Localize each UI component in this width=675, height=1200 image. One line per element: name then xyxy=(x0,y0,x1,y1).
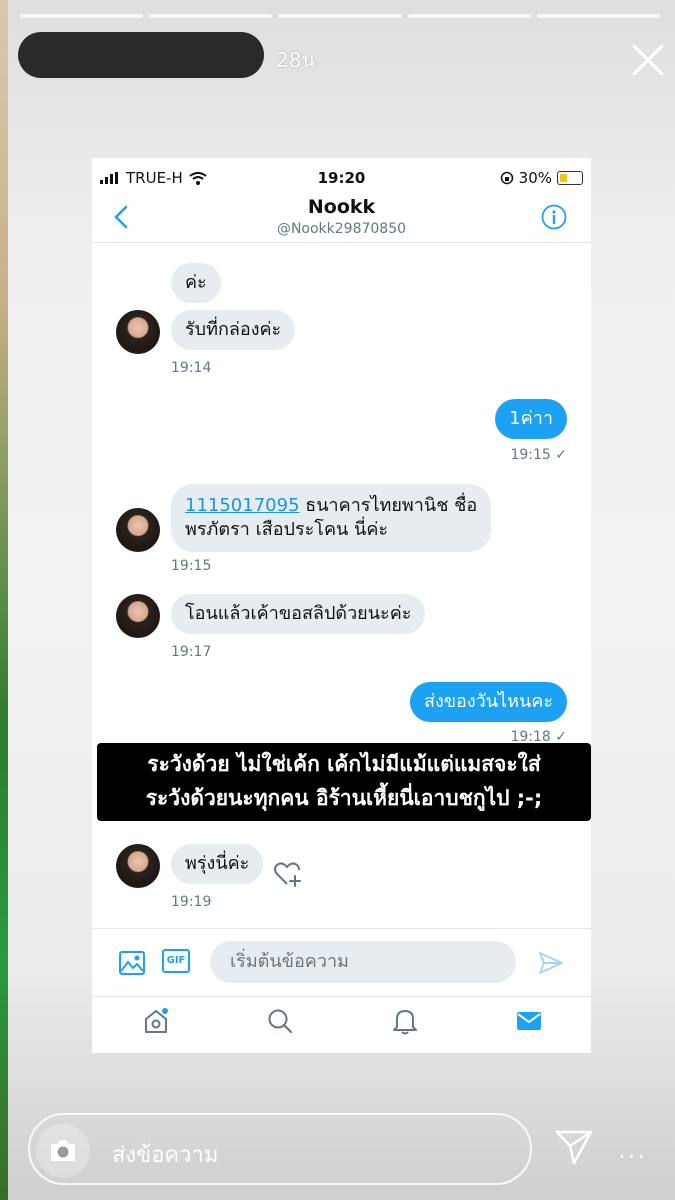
home-icon xyxy=(145,1008,168,1033)
progress-segment xyxy=(149,14,273,18)
conversation-header: Nookk @Nookk29870850 xyxy=(92,194,591,243)
send-icon xyxy=(539,952,563,974)
incoming-message: รับที่กล่องค่ะ xyxy=(171,310,296,350)
contact-avatar[interactable] xyxy=(116,508,160,552)
tab-search[interactable] xyxy=(266,1007,294,1035)
progress-segment xyxy=(407,14,531,18)
incoming-message: 1115017095 ธนาคารไทยพานิช ชื่อ พรภัตรา เ… xyxy=(171,484,492,552)
more-options-button[interactable]: ··· xyxy=(618,1143,647,1171)
progress-segment xyxy=(20,14,144,18)
message-composer: GIF เริ่มต้นข้อความ xyxy=(92,928,591,989)
progress-segment xyxy=(536,14,661,18)
close-icon xyxy=(632,44,664,76)
message-text: พรภัตรา เสือประโคน นี่ค่ะ xyxy=(185,519,389,540)
share-button[interactable] xyxy=(554,1128,594,1166)
tab-bar xyxy=(92,996,591,1054)
battery-percent: 30% xyxy=(518,169,552,187)
bell-icon xyxy=(393,1010,417,1035)
incoming-message: ค่ะ xyxy=(171,263,221,303)
contact-avatar[interactable] xyxy=(116,310,160,354)
camera-icon xyxy=(51,1140,75,1161)
story-time: 28น xyxy=(276,48,316,72)
progress-segment xyxy=(278,14,402,18)
previous-story-edge[interactable] xyxy=(0,0,8,1200)
status-bar: TRUE-H 19:20 30% xyxy=(92,158,591,194)
gif-button[interactable]: GIF xyxy=(162,949,190,973)
mail-icon xyxy=(517,1012,541,1030)
account-number-link[interactable]: 1115017095 xyxy=(185,495,300,516)
react-button[interactable] xyxy=(273,860,303,888)
close-button[interactable] xyxy=(628,40,668,80)
tab-notifications[interactable] xyxy=(391,1007,419,1035)
message-timestamp: 19:17 xyxy=(171,644,212,660)
incoming-message: พรุ่งนี่ค่ะ xyxy=(171,844,264,884)
message-input[interactable]: เริ่มต้นข้อความ xyxy=(210,941,516,983)
story-user-redacted[interactable] xyxy=(18,32,264,78)
story-caption: ระวังด้วย ไม่ใช่เค้ก เค้กไม่มีแม้แต่แมสจ… xyxy=(97,743,591,821)
contact-avatar[interactable] xyxy=(116,844,160,888)
paper-plane-icon xyxy=(555,1130,593,1165)
camera-button[interactable] xyxy=(36,1124,90,1178)
outgoing-message: 1ค่าา xyxy=(495,399,567,439)
message-timestamp: 19:15 xyxy=(171,558,212,574)
conversation-handle: @Nookk29870850 xyxy=(276,221,407,237)
tab-messages[interactable] xyxy=(515,1007,543,1035)
heart-plus-icon xyxy=(274,862,301,887)
search-icon xyxy=(268,1009,293,1034)
message-timestamp: 19:15 ✓ xyxy=(510,447,567,463)
orientation-lock-icon xyxy=(500,171,513,185)
contact-avatar[interactable] xyxy=(116,594,160,638)
message-timestamp: 19:14 xyxy=(171,360,212,376)
story-progress-bar xyxy=(20,14,661,18)
info-icon xyxy=(541,204,567,230)
reply-placeholder: ส่งข้อความ xyxy=(112,1143,219,1168)
message-text: ธนาคารไทยพานิช ชื่อ xyxy=(299,495,478,516)
incoming-message: โอนแล้วเค้าขอสลิปด้วยนะค่ะ xyxy=(171,594,426,634)
battery-icon xyxy=(557,171,583,185)
tab-home[interactable] xyxy=(142,1007,170,1035)
image-icon xyxy=(119,951,145,975)
info-button[interactable] xyxy=(541,204,567,230)
caption-line: ระวังด้วยนะทุกคน อิร้านเหี้ยนี่เอาบชกูไป… xyxy=(145,786,543,810)
add-image-button[interactable] xyxy=(118,949,146,977)
conversation-name: Nookk xyxy=(307,196,376,218)
message-timestamp: 19:19 xyxy=(171,894,212,910)
reply-input[interactable] xyxy=(28,1113,532,1185)
caption-line: ระวังด้วย ไม่ใช่เค้ก เค้กไม่มีแม้แต่แมสจ… xyxy=(147,752,541,776)
outgoing-message: ส่งของวันไหนคะ xyxy=(409,682,567,722)
send-button[interactable] xyxy=(538,951,564,975)
dm-screenshot: TRUE-H 19:20 30% Nookk @Nookk29870850 ค่… xyxy=(92,158,591,1053)
